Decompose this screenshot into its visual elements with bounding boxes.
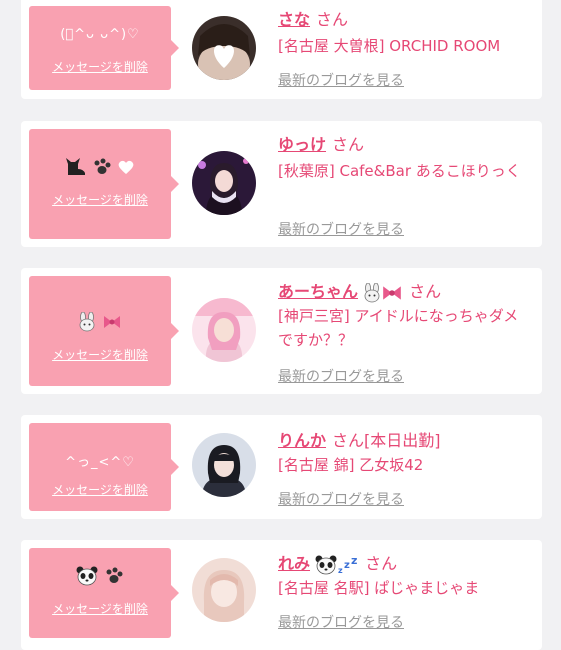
latest-blog-link[interactable]: 最新のブログを見る: [278, 219, 404, 239]
message-icons: [29, 566, 171, 586]
list-item: ^っ_<^♡ メッセージを削除 りんか さん[本日出勤] [名古屋 錦] 乙女坂4…: [21, 415, 542, 519]
zzz-icon: z z z: [338, 555, 357, 575]
message-bubble: メッセージを削除: [29, 129, 179, 239]
name-link[interactable]: さな: [278, 10, 310, 29]
avatar[interactable]: [192, 16, 256, 80]
svg-text:z: z: [351, 555, 357, 567]
svg-text:z: z: [344, 560, 350, 571]
shop-name: [名古屋 名駅] ぱじゃまじゃま: [278, 579, 480, 597]
avatar[interactable]: [192, 558, 256, 622]
message-bubble: メッセージを削除: [29, 548, 179, 638]
bunny-icon: [80, 312, 95, 332]
message-bubble: メッセージを削除: [29, 276, 179, 386]
panda-icon: [315, 555, 337, 574]
message-bubble: ^っ_<^♡ メッセージを削除: [29, 423, 179, 511]
paw-icon: [106, 567, 123, 583]
avatar[interactable]: [192, 151, 256, 215]
honorific: さん: [332, 135, 365, 154]
honorific: さん: [316, 10, 349, 29]
shop-name: [名古屋 錦] 乙女坂42: [278, 456, 424, 474]
avatar[interactable]: [192, 433, 256, 497]
delete-message-link[interactable]: メッセージを削除: [29, 346, 171, 363]
svg-text:z: z: [338, 566, 343, 575]
honorific: さん: [365, 554, 398, 573]
latest-blog-link[interactable]: 最新のブログを見る: [278, 612, 404, 632]
name-link[interactable]: あーちゃん: [278, 282, 358, 301]
work-status: [本日出勤]: [364, 431, 441, 450]
name-link[interactable]: ゆっけ: [278, 135, 326, 154]
ribbon-icon: [383, 285, 401, 300]
bunny-icon: [364, 282, 380, 302]
latest-blog-link[interactable]: 最新のブログを見る: [278, 489, 404, 509]
delete-message-link[interactable]: メッセージを削除: [29, 58, 171, 75]
message-icons: [29, 157, 171, 177]
list-item: メッセージを削除 ゆっけ さん [秋葉原] Cafe&Bar あるこほりっく 最新…: [21, 121, 542, 247]
panda-icon: [76, 566, 98, 586]
message-icons: [29, 312, 171, 332]
paw-icon: [94, 158, 111, 174]
list-item: メッセージを削除 あーちゃん さん [神戸三宮] アイドルになっちゃダメですか？…: [21, 268, 542, 394]
name-link[interactable]: れみ: [278, 554, 310, 573]
message-bubble: (ﾟ^ᴗ ᴗ^)♡ メッセージを削除: [29, 6, 179, 90]
shop-name: [秋葉原] Cafe&Bar あるこほりっく: [278, 162, 521, 180]
shop-name: [神戸三宮] アイドルになっちゃダメですか？？: [278, 307, 519, 349]
list-item: メッセージを削除 れみ z z z さん [名古屋 名駅] ぱじゃまじゃま 最新…: [21, 540, 542, 650]
latest-blog-link[interactable]: 最新のブログを見る: [278, 70, 404, 90]
ribbon-icon: [103, 316, 120, 328]
message-text: (ﾟ^ᴗ ᴗ^)♡: [60, 27, 140, 42]
delete-message-link[interactable]: メッセージを削除: [29, 481, 171, 498]
heart-icon: [118, 160, 134, 174]
delete-message-link[interactable]: メッセージを削除: [29, 600, 171, 617]
avatar[interactable]: [192, 298, 256, 362]
cat-icon: [65, 158, 85, 175]
delete-message-link[interactable]: メッセージを削除: [29, 191, 171, 208]
honorific: さん: [409, 282, 442, 301]
honorific: さん: [332, 431, 365, 450]
name-link[interactable]: りんか: [278, 431, 326, 450]
message-text: ^っ_<^♡: [65, 455, 135, 470]
list-item: (ﾟ^ᴗ ᴗ^)♡ メッセージを削除 さな さん [名古屋 大曽根] ORCHID…: [21, 0, 542, 99]
shop-name: [名古屋 大曽根] ORCHID ROOM: [278, 37, 501, 55]
latest-blog-link[interactable]: 最新のブログを見る: [278, 366, 404, 386]
